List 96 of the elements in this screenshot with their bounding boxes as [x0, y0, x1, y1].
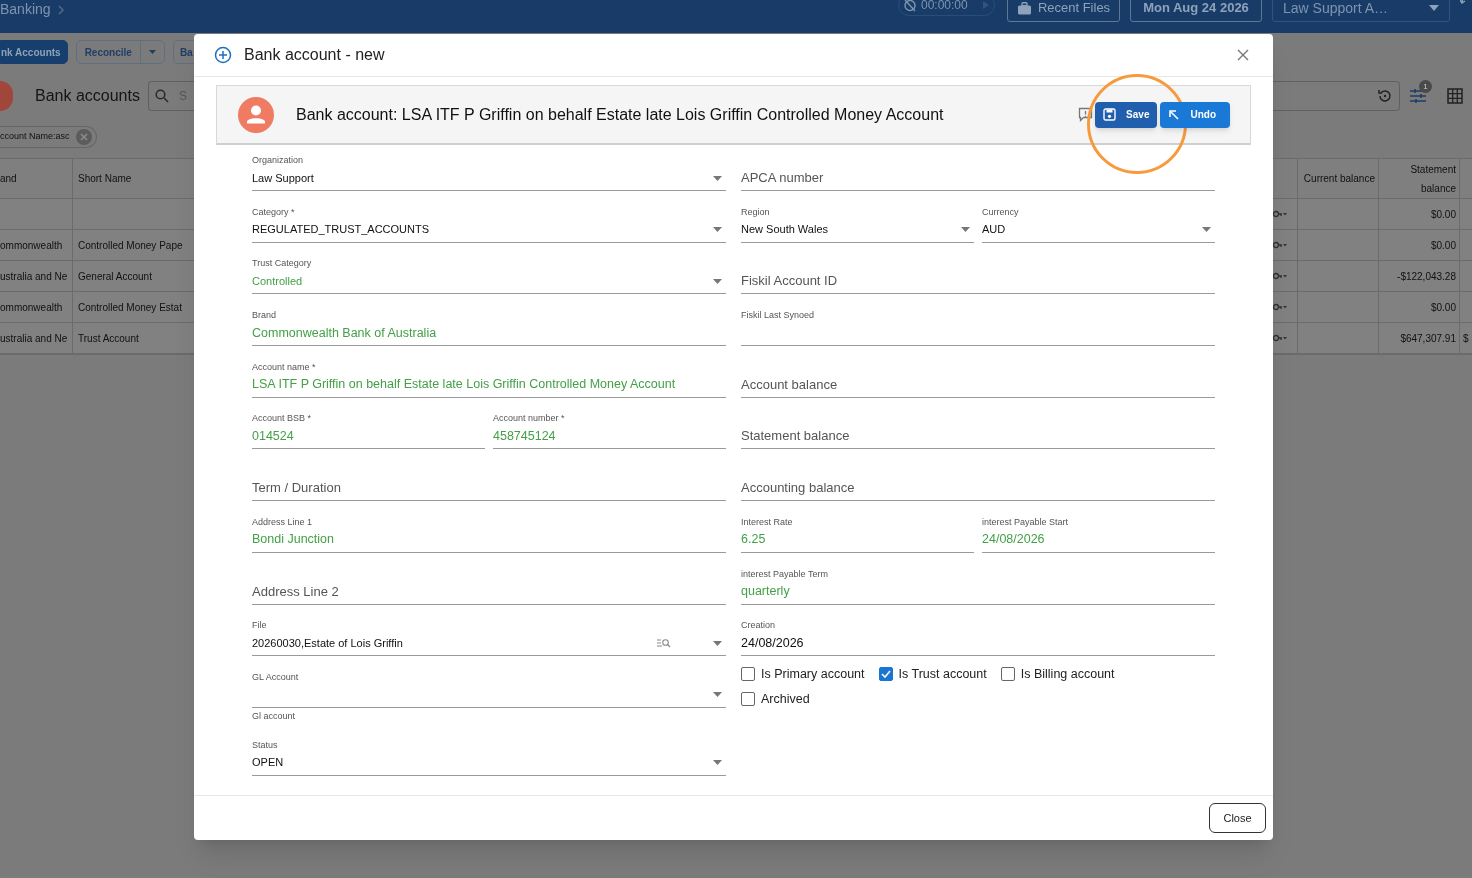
table-cell-text: ustralia and Ne [0, 331, 68, 346]
column-header: Statement balance [1379, 159, 1460, 198]
table-cell-text: Controlled Money Estat [78, 300, 182, 315]
checkbox-label: Archived [761, 690, 810, 708]
undo-arrow-icon [1168, 108, 1181, 121]
caret-down-icon [713, 227, 722, 233]
input-field[interactable]: Accounting balance [741, 475, 1215, 502]
table-cell-text: $0.00 [1430, 238, 1456, 253]
checkbox-label: Is Primary account [761, 665, 865, 683]
close-button[interactable]: Close [1209, 803, 1266, 833]
checkbox[interactable] [878, 667, 893, 682]
input-field[interactable]: Term / Duration [252, 475, 726, 502]
checkbox[interactable] [741, 667, 755, 682]
input-field[interactable]: Account name * LSA ITF P Griffin on behalf Estate late Lois Griffin Controlled Money Account [252, 360, 726, 398]
play-icon [982, 0, 990, 10]
table-cell-text: $ [1463, 331, 1469, 346]
table-cell-text: ustralia and Ne [0, 269, 68, 284]
select-field[interactable]: Status OPEN [252, 738, 726, 776]
caret-down-icon [713, 760, 722, 766]
table-cell-text: Trust Account [78, 331, 139, 346]
filter-count-badge: 1 [1419, 80, 1432, 93]
save-icon [1103, 108, 1117, 121]
checkbox-label: Is Billing account [1020, 665, 1115, 683]
input-field[interactable]: Account number * 458745124 [493, 412, 726, 450]
checkbox-label: Is Trust account [898, 665, 987, 683]
filter-icon[interactable] [1410, 89, 1426, 103]
timer-text: 00:00:00 [921, 0, 968, 14]
input-field[interactable]: Account balance [741, 371, 1215, 398]
helper-text: Gl account [252, 710, 297, 724]
select-field[interactable]: Currency AUD [982, 205, 1215, 243]
input-field[interactable]: APCA number [741, 165, 1215, 191]
select-field[interactable]: Trust Category Controlled [252, 257, 726, 295]
input-field[interactable]: Brand Commonwealth Bank of Australia [252, 309, 726, 347]
input-field[interactable]: Statement balance [741, 423, 1215, 450]
grid-icon[interactable] [1447, 88, 1463, 104]
search-icon [154, 89, 169, 103]
list-search-icon[interactable] [657, 638, 671, 649]
caret-down-icon [1202, 227, 1211, 233]
table-cell-text: $0.00 [1430, 300, 1456, 315]
caret-down-icon [713, 278, 722, 284]
chevron-right-icon [56, 4, 65, 15]
input-field[interactable]: Fiskil Last Synoed [741, 309, 1215, 347]
key-icon[interactable] [1273, 241, 1287, 249]
search-field[interactable] [1273, 81, 1400, 111]
key-icon[interactable] [1273, 272, 1287, 280]
input-field[interactable]: interest Payable Term quarterly [741, 567, 1215, 605]
dialog-title: Bank account - new [244, 45, 385, 65]
table-cell-text: Controlled Money Pape [78, 238, 183, 253]
select-field[interactable]: Region New South Wales [741, 205, 974, 243]
input-field[interactable]: Interest Rate 6.25 [741, 515, 974, 553]
table-cell-text: -$122,043.28 [1397, 269, 1456, 284]
record-title: Bank account: LSA ITF P Griffin on behalf Estate late Lois Griffin Controlled Money Account [296, 104, 944, 125]
input-field[interactable]: Fiskil Account ID [741, 268, 1215, 295]
caret-down-icon [148, 50, 156, 54]
select-field[interactable]: GL Account [252, 670, 726, 708]
recent-files-button[interactable]: Recent Files [1007, 0, 1120, 22]
table-cell-text: $0.00 [1430, 207, 1456, 222]
select-field[interactable]: Organization Law Support [252, 154, 726, 191]
caret-down-icon [713, 692, 722, 698]
input-field[interactable]: Account BSB * 014524 [252, 412, 485, 450]
briefcase-icon [1016, 1, 1032, 15]
close-icon[interactable] [1237, 49, 1249, 61]
select-field[interactable]: Category * REGULATED_TRUST_ACCOUNTS [252, 205, 726, 243]
table-cell-text: $647,307.91 [1400, 331, 1456, 346]
alarm-off-icon [903, 0, 917, 12]
input-field[interactable]: Creation 24/08/2026 [741, 619, 1215, 657]
column-header: Current balance [1298, 159, 1379, 198]
input-field[interactable]: interest Payable Start 24/08/2026 [982, 515, 1215, 553]
toolbar-button[interactable]: nk Accounts [0, 40, 68, 64]
table-cell-text: ommonwealth [0, 238, 63, 253]
undo-button[interactable]: Undo [1160, 101, 1230, 128]
key-icon[interactable] [1273, 303, 1287, 311]
key-icon[interactable] [1273, 210, 1287, 218]
checkbox[interactable] [741, 692, 755, 707]
caret-down-icon [713, 640, 722, 646]
input-field[interactable]: Address Line 2 [252, 578, 726, 605]
table-cell-text: General Account [78, 269, 152, 284]
plus-circle-icon [214, 46, 232, 64]
key-icon[interactable] [1273, 334, 1287, 342]
avatar-icon [238, 96, 274, 133]
comment-icon[interactable] [1078, 107, 1094, 122]
caret-down-icon [1429, 5, 1439, 11]
page-title: Bank accounts [35, 86, 140, 106]
file-field[interactable]: File 20260030,Estate of Lois Griffin [252, 619, 726, 657]
caret-down-icon [961, 227, 970, 233]
breadcrumb-link[interactable]: Banking [0, 0, 51, 20]
close-icon [75, 129, 92, 145]
table-cell-text: ommonwealth [0, 300, 63, 315]
save-button[interactable]: Save [1095, 101, 1158, 128]
checkbox[interactable] [1000, 667, 1015, 682]
input-field[interactable]: Address Line 1 Bondi Junction [252, 515, 726, 553]
column-header: Short Name [77, 172, 133, 186]
column-header: and [0, 159, 73, 198]
caret-down-icon [713, 175, 722, 181]
date-button[interactable]: Mon Aug 24 2026 [1130, 0, 1262, 22]
user-dropdown[interactable]: Law Support A… [1272, 0, 1450, 22]
